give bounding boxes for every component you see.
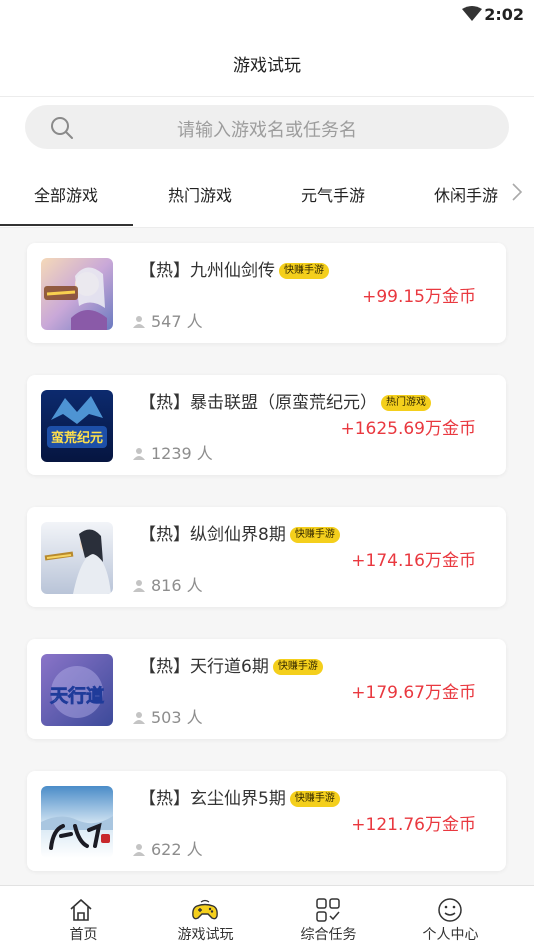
page-title: 游戏试玩 [233,56,301,76]
participant-count: 816 人 [133,572,203,596]
person-icon [133,580,145,592]
gamepad-icon [192,899,218,920]
status-time: 2:02 [484,5,524,24]
nav-game-trial-label: 游戏试玩 [177,927,234,943]
reward-amount: +174.16万金币 [351,551,476,571]
game-thumbnail: 天行道 [41,654,113,726]
game-title: 【热】天行道6期 快赚手游 [139,652,323,677]
category-badge: 快赚手游 [279,263,329,279]
reward-amount: +99.15万金币 [362,287,476,307]
bottom-nav: 首页 游戏试玩 综合任务 个人中心 [0,885,534,950]
participant-count: 1239 人 [133,440,213,464]
game-card[interactable]: 【热】九州仙剑传 快赚手游 +99.15万金币 547 人 [27,243,506,343]
search-section: 请输入游戏名或任务名 [0,97,534,157]
search-input[interactable]: 请输入游戏名或任务名 [25,105,509,149]
nav-game-trial[interactable]: 游戏试玩 [139,886,272,950]
game-card[interactable]: 【热】纵剑仙界8期 快赚手游 +174.16万金币 816 人 [27,507,506,607]
game-title: 【热】暴击联盟（原蛮荒纪元） 热门游戏 [139,388,431,413]
tab-active-indicator [0,224,133,226]
chevron-right-icon[interactable] [510,181,524,203]
tasks-icon [316,898,340,922]
smiley-icon [438,898,462,922]
nav-profile-label: 个人中心 [422,927,479,943]
participant-count: 503 人 [133,704,203,728]
category-badge: 快赚手游 [289,527,340,543]
game-thumbnail [41,522,113,594]
logo-text: 天行道 [50,685,104,707]
nav-bar: 游戏试玩 [0,30,534,97]
category-tabs: 全部游戏 热门游戏 元气手游 休闲手游 [0,157,534,228]
game-card[interactable]: 【热】玄尘仙界5期 快赚手游 +121.76万金币 622 人 [27,771,506,871]
person-icon [133,316,145,328]
nav-tasks-label: 综合任务 [300,927,357,943]
nav-tasks[interactable]: 综合任务 [262,886,395,950]
participant-count: 622 人 [133,836,203,860]
game-title: 【热】玄尘仙界5期 快赚手游 [139,784,340,809]
game-thumbnail: 蛮荒纪元 [41,390,113,462]
tab-all-games[interactable]: 全部游戏 [34,182,98,206]
category-badge: 热门游戏 [381,395,431,411]
nav-home[interactable]: 首页 [17,886,150,950]
wifi-icon [462,6,482,21]
game-thumbnail [41,786,113,858]
tab-casual-games[interactable]: 休闲手游 [434,182,498,206]
nav-profile[interactable]: 个人中心 [384,886,517,950]
game-thumbnail [41,258,113,330]
search-placeholder: 请输入游戏名或任务名 [177,120,357,141]
person-icon [133,448,145,460]
reward-amount: +1625.69万金币 [340,419,476,439]
reward-amount: +121.76万金币 [351,815,476,835]
participant-count: 547 人 [133,308,203,332]
game-card[interactable]: 蛮荒纪元 【热】暴击联盟（原蛮荒纪元） 热门游戏 +1625.69万金币 1239… [27,375,506,475]
person-icon [133,712,145,724]
game-card[interactable]: 天行道 【热】天行道6期 快赚手游 +179.67万金币 503 人 [27,639,506,739]
game-title: 【热】九州仙剑传 快赚手游 [139,256,329,281]
category-badge: 快赚手游 [272,659,323,675]
game-title: 【热】纵剑仙界8期 快赚手游 [139,520,340,545]
logo-text: 蛮荒纪元 [51,430,103,446]
reward-amount: +179.67万金币 [351,683,476,703]
nav-home-label: 首页 [69,927,98,943]
tab-yuanqi-games[interactable]: 元气手游 [301,182,365,206]
tab-hot-games[interactable]: 热门游戏 [168,182,232,206]
person-icon [133,844,145,856]
category-badge: 快赚手游 [289,791,340,807]
home-icon [70,899,92,921]
status-bar: 2:02 [0,0,534,30]
